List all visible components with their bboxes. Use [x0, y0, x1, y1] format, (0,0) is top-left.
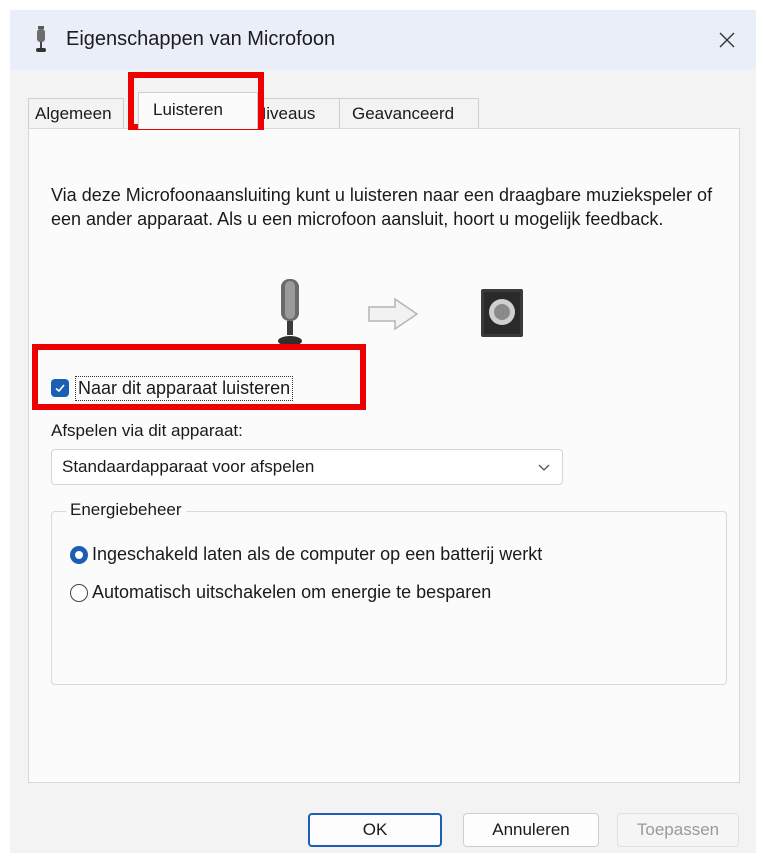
tab-geavanceerd[interactable]: Geavanceerd — [339, 98, 479, 128]
microphone-icon — [36, 26, 46, 52]
power-management-legend: Energiebeheer — [66, 500, 186, 520]
playback-device-value: Standaardapparaat voor afspelen — [62, 457, 315, 476]
apply-button[interactable]: Toepassen — [617, 813, 739, 847]
tab-niveaus[interactable]: Niveaus — [255, 98, 340, 128]
close-button[interactable] — [698, 10, 756, 70]
properties-dialog: Eigenschappen van Microfoon Algemeen Niv… — [10, 10, 756, 853]
listen-checkbox-label[interactable]: Naar dit apparaat luisteren — [75, 375, 294, 401]
title-bar[interactable]: Eigenschappen van Microfoon — [10, 10, 756, 70]
window-title: Eigenschappen van Microfoon — [66, 28, 336, 50]
ok-button[interactable]: OK — [308, 813, 442, 847]
power-management-group: Energiebeheer Ingeschakeld laten als de … — [51, 500, 727, 685]
dialog-content: Algemeen Niveaus Geavanceerd Luisteren V… — [10, 70, 756, 853]
playback-device-select[interactable]: Standaardapparaat voor afspelen — [51, 449, 563, 485]
power-option-keep-on[interactable]: Ingeschakeld laten als de computer op ee… — [70, 544, 542, 565]
arrow-right-icon — [368, 297, 419, 331]
power-option-label: Ingeschakeld laten als de computer op ee… — [92, 544, 543, 564]
tab-algemeen[interactable]: Algemeen — [28, 98, 124, 128]
power-option-label: Automatisch uitschakelen om energie te b… — [92, 582, 492, 602]
listen-description: Via deze Microfoonaansluiting kunt u lui… — [51, 185, 713, 229]
checkmark-icon — [55, 384, 65, 393]
speaker-icon — [481, 289, 523, 337]
cancel-button[interactable]: Annuleren — [463, 813, 599, 847]
playback-device-label: Afspelen via dit apparaat: — [51, 421, 243, 440]
microphone-icon — [278, 279, 302, 346]
radio-selected-icon[interactable] — [70, 545, 88, 564]
chevron-down-icon — [538, 464, 550, 471]
listen-checkbox-row[interactable]: Naar dit apparaat luisteren — [51, 373, 294, 403]
power-option-auto-off[interactable]: Automatisch uitschakelen om energie te b… — [70, 582, 491, 603]
listen-panel: Via deze Microfoonaansluiting kunt u lui… — [28, 128, 740, 783]
tab-luisteren[interactable]: Luisteren — [138, 92, 258, 129]
radio-unselected-icon[interactable] — [70, 583, 88, 602]
listen-illustration — [278, 279, 523, 346]
close-icon — [719, 32, 735, 48]
listen-checkbox[interactable] — [51, 379, 69, 397]
